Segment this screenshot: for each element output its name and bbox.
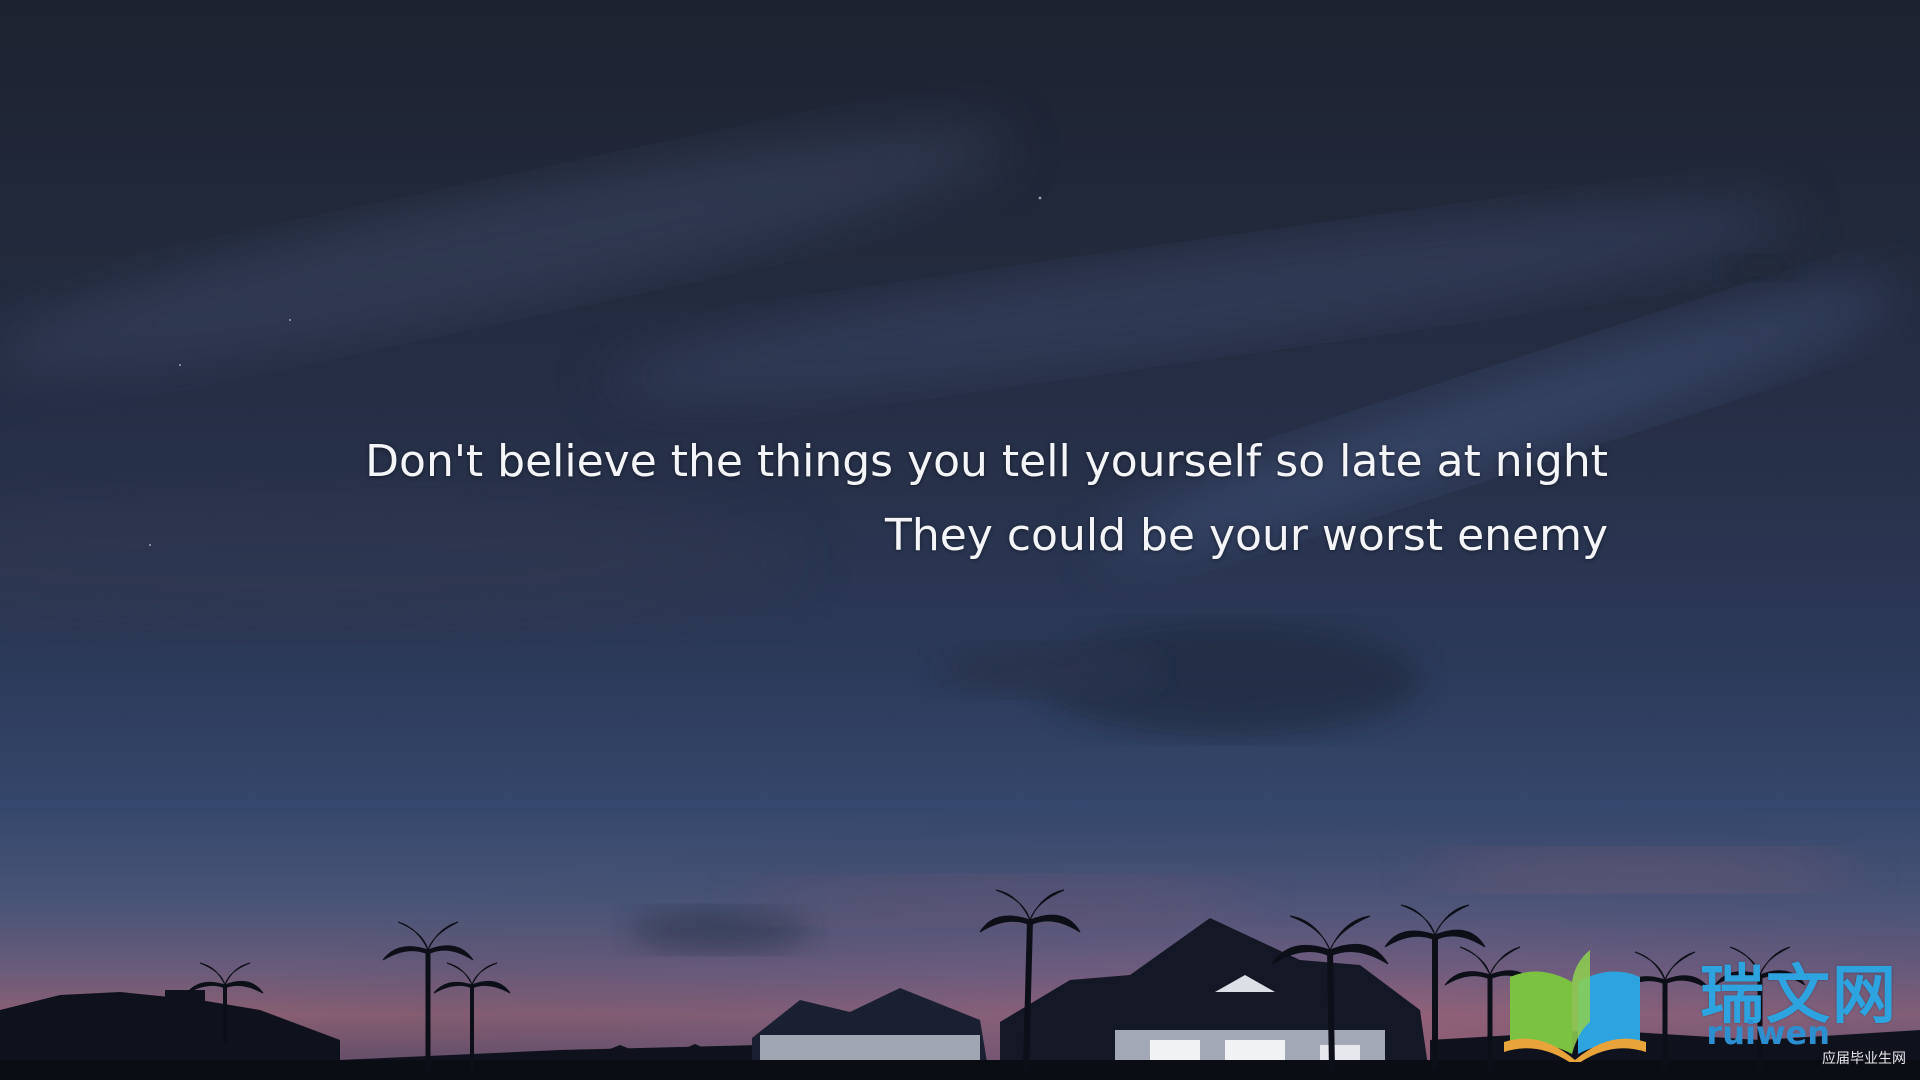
watermark-subtext: 应届毕业生网 — [1822, 1051, 1906, 1067]
quote-text-block: Don't believe the things you tell yourse… — [365, 425, 1608, 573]
quote-line-2: They could be your worst enemy — [885, 510, 1608, 561]
watermark-brand-en: ruiwen — [1706, 1014, 1830, 1052]
site-watermark: 瑞文网 ruiwen 应届毕业生网 — [1490, 942, 1910, 1072]
open-book-logo-icon — [1504, 950, 1646, 1062]
night-sky-scene: Don't believe the things you tell yourse… — [0, 0, 1920, 1080]
quote-line-1: Don't believe the things you tell yourse… — [365, 436, 1608, 487]
